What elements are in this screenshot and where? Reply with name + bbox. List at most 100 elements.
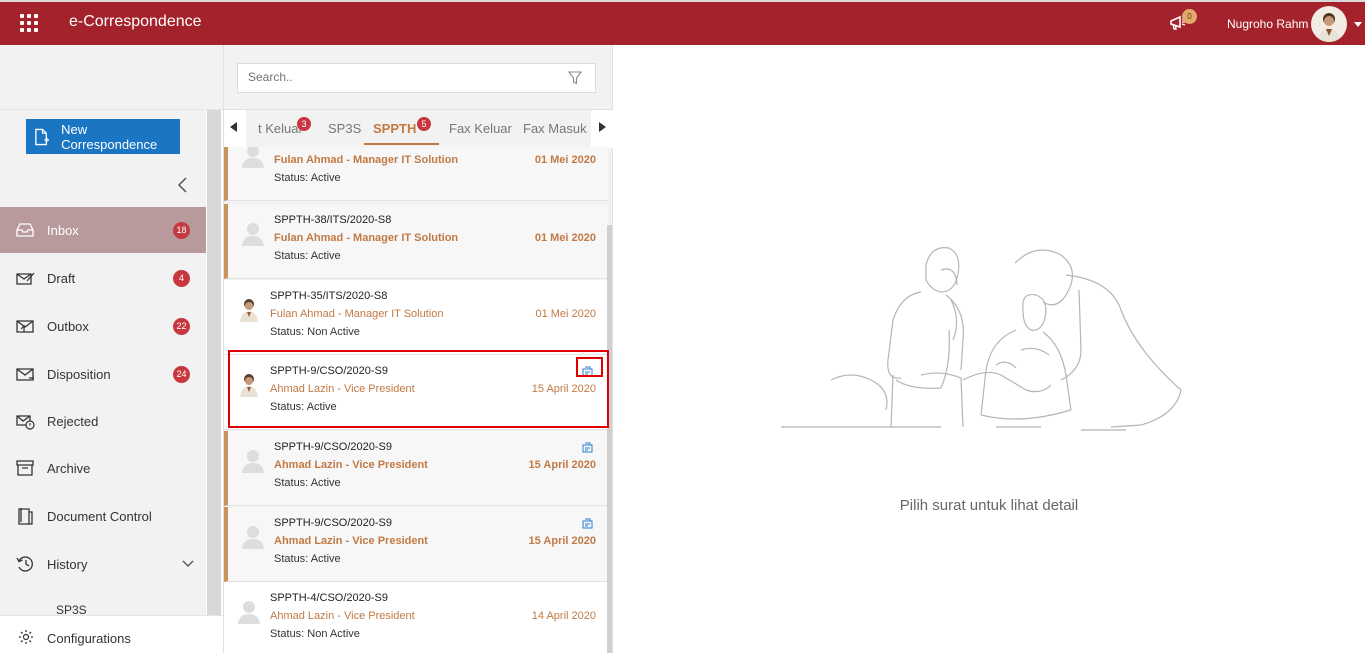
letter-number: SPPTH-9/CSO/2020-S9	[274, 441, 392, 453]
apps-grid-icon[interactable]	[20, 14, 38, 32]
search-box	[237, 63, 596, 93]
empty-state-message: Pilih surat untuk lihat detail	[899, 497, 1079, 514]
sidebar-item-history[interactable]: History	[0, 541, 206, 587]
tab-sppth[interactable]: SPPTH	[373, 121, 416, 136]
status: Status: Active	[274, 477, 341, 489]
letter-number: SPPTH-4/CSO/2020-S9	[270, 592, 388, 604]
date: 15 April 2020	[528, 459, 596, 471]
sender: Fulan Ahmad - Manager IT Solution	[270, 308, 444, 320]
list-item[interactable]: SPPTH-9/CSO/2020-S9 Ahmad Lazin - Vice P…	[224, 431, 608, 506]
disposition-icon	[16, 368, 34, 381]
sidebar-item-archive[interactable]: Archive	[0, 445, 206, 491]
sidebar-item-label: Draft	[47, 270, 76, 286]
sidebar-scrollbar[interactable]	[207, 110, 221, 615]
list-item[interactable]: SPPTH-9/CSO/2020-S9 Ahmad Lazin - Vice P…	[224, 355, 608, 430]
user-avatar[interactable]	[1311, 6, 1347, 42]
draft-count-badge: 4	[173, 269, 190, 287]
letter-number: SPPTH-35/ITS/2020-S8	[270, 290, 388, 302]
sidebar-item-document-control[interactable]: Document Control	[0, 493, 206, 539]
sidebar-header	[0, 45, 223, 110]
letter-number: SPPTH-9/CSO/2020-S9	[270, 365, 388, 377]
notification-badge[interactable]: 0	[1182, 9, 1197, 24]
outbox-icon	[16, 320, 34, 333]
gear-icon	[19, 630, 33, 644]
letter-number: SPPTH-9/CSO/2020-S9	[274, 517, 392, 529]
sender-photo-icon	[240, 374, 258, 397]
outbox-count-badge: 22	[173, 317, 190, 335]
new-document-icon	[35, 128, 50, 145]
status: Status: Active	[274, 250, 341, 262]
default-avatar-icon	[242, 147, 264, 168]
status: Status: Non Active	[270, 326, 360, 338]
active-tab-indicator	[364, 143, 439, 145]
chevron-down-icon[interactable]	[182, 560, 194, 568]
app-title: e-Correspondence	[69, 13, 202, 30]
tab-badge: 5	[417, 117, 431, 131]
sidebar-item-label: Outbox	[47, 318, 89, 334]
status: Status: Active	[274, 553, 341, 565]
attachment-icon[interactable]	[582, 442, 593, 453]
rejected-icon	[16, 415, 35, 430]
sender: Ahmad Lazin - Vice President	[274, 459, 428, 471]
people-working-illustration	[781, 247, 1182, 431]
user-menu-caret-icon[interactable]	[1354, 22, 1362, 27]
collapse-sidebar-icon[interactable]	[176, 176, 190, 194]
sidebar-item-label: History	[47, 556, 88, 572]
sender: Ahmad Lazin - Vice President	[270, 610, 415, 622]
arrow-left-icon	[230, 122, 237, 132]
date: 14 April 2020	[531, 610, 596, 622]
date: 15 April 2020	[528, 535, 596, 547]
document-control-icon	[18, 508, 33, 525]
default-avatar-icon	[242, 526, 264, 549]
tab-scroll-right[interactable]	[591, 110, 613, 148]
date: 01 Mei 2020	[535, 308, 596, 320]
sidebar-item-disposition[interactable]: Disposition 24	[0, 351, 206, 397]
list-item[interactable]: SPPTH-4/CSO/2020-S9 Ahmad Lazin - Vice P…	[224, 582, 608, 653]
sender: Fulan Ahmad - Manager IT Solution	[274, 154, 459, 166]
search-input[interactable]	[248, 70, 548, 84]
letter-number: SPPTH-38/ITS/2020-S8	[274, 214, 392, 226]
top-bar: e-Correspondence 0 Nugroho Rahm	[0, 0, 1365, 45]
attachment-icon[interactable]	[582, 366, 593, 377]
tab-fax-keluar[interactable]: Fax Keluar	[449, 121, 512, 136]
detail-panel: Pilih surat untuk lihat detail	[613, 45, 1365, 653]
attachment-icon[interactable]	[582, 518, 593, 529]
tab-scroll-left[interactable]	[224, 110, 246, 148]
disposition-count-badge: 24	[173, 365, 190, 383]
new-correspondence-button[interactable]: New Correspondence	[26, 119, 180, 154]
category-tabs: t Keluar 3 SP3S SPPTH 5 Fax Keluar Fax M…	[224, 109, 613, 148]
sender: Ahmad Lazin - Vice President	[274, 535, 428, 547]
list-scrollbar[interactable]	[607, 225, 612, 653]
status: Status: Active	[270, 401, 337, 413]
sidebar-item-outbox[interactable]: Outbox 22	[0, 303, 206, 349]
list-item[interactable]: SPPTH-9/CSO/2020-S9 Ahmad Lazin - Vice P…	[224, 507, 608, 582]
tab-fax-masuk[interactable]: Fax Masuk	[523, 121, 587, 136]
new-correspondence-label: New Correspondence	[61, 121, 158, 152]
correspondence-list-panel: t Keluar 3 SP3S SPPTH 5 Fax Keluar Fax M…	[223, 45, 613, 653]
user-name[interactable]: Nugroho Rahm	[1227, 17, 1308, 31]
sidebar-item-inbox[interactable]: Inbox 18	[0, 207, 206, 253]
list-item[interactable]: Fulan Ahmad - Manager IT Solution Status…	[224, 147, 608, 201]
configurations-link[interactable]: Configurations	[0, 615, 223, 653]
sidebar-item-label: Document Control	[47, 508, 152, 524]
date: 01 Mei 2020	[534, 232, 596, 244]
default-avatar-icon	[242, 223, 264, 246]
list-item[interactable]: SPPTH-35/ITS/2020-S8 Fulan Ahmad - Manag…	[224, 280, 608, 355]
sidebar-item-draft[interactable]: Draft 4	[0, 255, 206, 301]
filter-icon[interactable]	[568, 71, 582, 85]
date: 15 April 2020	[531, 383, 596, 395]
sender: Ahmad Lazin - Vice President	[270, 383, 415, 395]
date: 01 Mei 2020	[534, 154, 596, 166]
inbox-icon	[16, 223, 34, 237]
status: Status: Active	[274, 172, 341, 184]
archive-icon	[16, 460, 34, 476]
arrow-right-icon	[599, 122, 606, 132]
draft-icon	[16, 272, 35, 285]
list-item[interactable]: SPPTH-38/ITS/2020-S8 Fulan Ahmad - Manag…	[224, 204, 608, 279]
tab-sp3s[interactable]: SP3S	[328, 121, 361, 136]
sender-photo-icon	[240, 299, 258, 322]
sidebar: New Correspondence Inbox 18 Draft 4 Outb…	[0, 110, 206, 653]
tab-badge: 3	[297, 117, 311, 131]
default-avatar-icon	[242, 450, 264, 473]
sidebar-item-rejected[interactable]: Rejected	[0, 398, 206, 444]
